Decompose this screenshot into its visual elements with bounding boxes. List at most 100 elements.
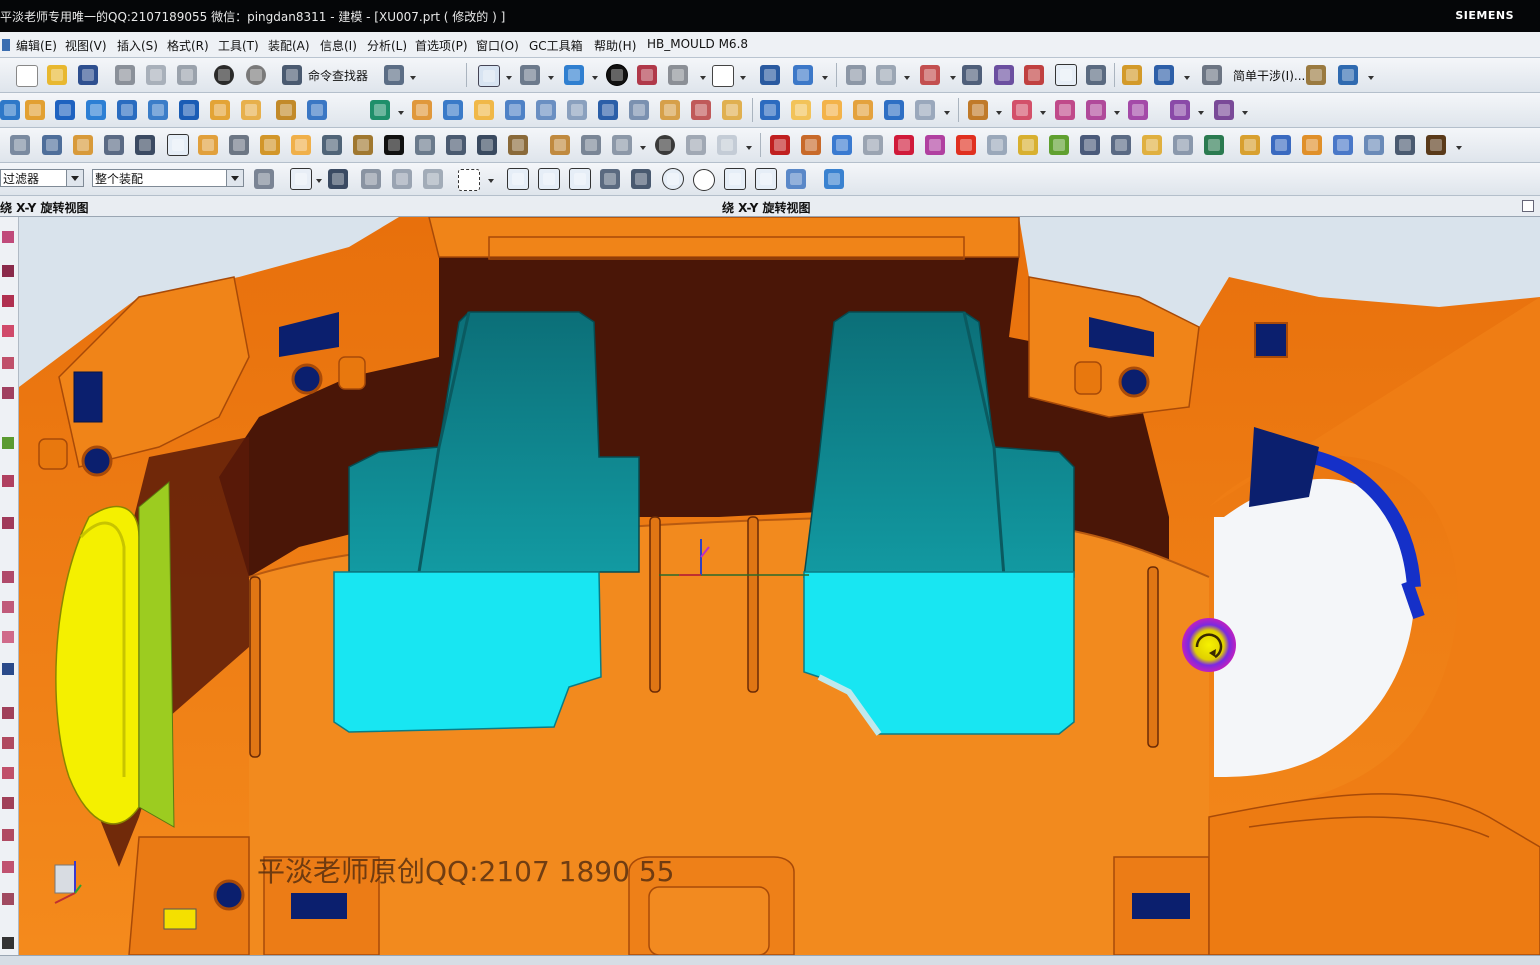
- bounded-plane-icon[interactable]: [791, 100, 811, 120]
- graphics-viewport[interactable]: 平淡老师原创QQ:2107 1890 55: [19, 217, 1540, 955]
- wcs-orient-icon[interactable]: [793, 65, 813, 85]
- drawing-icon[interactable]: [550, 135, 570, 155]
- menu-hb-mould[interactable]: HB_MOULD M6.8: [647, 37, 748, 51]
- electrode-icon[interactable]: [446, 135, 466, 155]
- runner-icon[interactable]: [384, 135, 404, 155]
- ejector-icon[interactable]: [260, 135, 280, 155]
- sync-offset-icon[interactable]: [1055, 100, 1075, 120]
- snap-quadrant-icon[interactable]: [693, 169, 715, 191]
- chevron-down-icon[interactable]: [226, 170, 243, 186]
- revolve-icon[interactable]: [179, 100, 199, 120]
- chevron-down-icon[interactable]: [488, 179, 494, 183]
- resource-part-icon[interactable]: [2, 265, 14, 277]
- view-manager-icon[interactable]: [612, 135, 632, 155]
- measure-active-icon[interactable]: [1055, 64, 1077, 86]
- chevron-down-icon[interactable]: [700, 76, 706, 80]
- stack-icon[interactable]: [1271, 135, 1291, 155]
- fit-view-icon[interactable]: [478, 65, 500, 87]
- mould-model-drawing[interactable]: 平淡老师原创QQ:2107 1890 55: [19, 217, 1540, 955]
- hole-table-icon[interactable]: [581, 135, 601, 155]
- chevron-down-icon[interactable]: [398, 111, 404, 115]
- mould-base-icon[interactable]: [198, 135, 218, 155]
- copy-document-icon[interactable]: [717, 135, 737, 155]
- layout-icon[interactable]: [104, 135, 124, 155]
- workpiece-icon[interactable]: [73, 135, 93, 155]
- resource-system-icon[interactable]: [2, 475, 14, 487]
- new-file-icon[interactable]: [16, 65, 38, 87]
- menu-window[interactable]: 窗口(O): [476, 37, 519, 54]
- block-icon[interactable]: [55, 100, 75, 120]
- orange-block-icon[interactable]: [1302, 135, 1322, 155]
- pad-icon[interactable]: [241, 100, 261, 120]
- measure-xy-icon[interactable]: [1024, 65, 1044, 85]
- resource-reuse-icon[interactable]: [2, 325, 14, 337]
- chevron-down-icon[interactable]: [316, 179, 322, 183]
- chevron-down-icon[interactable]: [944, 111, 950, 115]
- diamond-red-icon[interactable]: [894, 135, 914, 155]
- cube-view-icon[interactable]: [668, 65, 688, 85]
- rib-icon[interactable]: [276, 100, 296, 120]
- pocket-cut-icon[interactable]: [477, 135, 497, 155]
- datum-csys-icon[interactable]: [920, 65, 940, 85]
- resource-curve-icon[interactable]: [2, 707, 14, 719]
- redo-icon[interactable]: [246, 65, 266, 85]
- layer-settings-icon[interactable]: [846, 65, 866, 85]
- chevron-down-icon[interactable]: [1368, 76, 1374, 80]
- cone-icon[interactable]: [86, 100, 106, 120]
- snap-existing-point-icon[interactable]: [724, 168, 746, 190]
- show-hide-icon[interactable]: [1154, 65, 1174, 85]
- standard-part-icon[interactable]: [229, 135, 249, 155]
- select-face-icon[interactable]: [423, 169, 443, 189]
- diamond-purple-icon[interactable]: [925, 135, 945, 155]
- selection-settings-icon[interactable]: [254, 169, 274, 189]
- chevron-down-icon[interactable]: [66, 170, 83, 186]
- resource-hook-icon[interactable]: [2, 893, 14, 905]
- snap-3d-icon[interactable]: [824, 169, 844, 189]
- chevron-down-icon[interactable]: [950, 76, 956, 80]
- multi-block-icon[interactable]: [1333, 135, 1353, 155]
- cabinet-icon[interactable]: [1173, 135, 1193, 155]
- red-solid-icon[interactable]: [770, 135, 790, 155]
- chevron-down-icon[interactable]: [592, 76, 598, 80]
- chevron-down-icon[interactable]: [822, 76, 828, 80]
- snap-intersection-icon[interactable]: [631, 169, 651, 189]
- offset-face-icon[interactable]: [660, 100, 680, 120]
- resource-process-icon[interactable]: [2, 601, 14, 613]
- chevron-down-icon[interactable]: [506, 76, 512, 80]
- pattern-icon[interactable]: [598, 100, 618, 120]
- select-active-icon[interactable]: [290, 168, 312, 190]
- grid-icon[interactable]: [1395, 135, 1415, 155]
- chevron-down-icon[interactable]: [740, 76, 746, 80]
- snap-midpoint-icon[interactable]: [569, 168, 591, 190]
- resource-arc-icon[interactable]: [2, 737, 14, 749]
- resource-ring-icon[interactable]: [2, 829, 14, 841]
- yellow-block-icon[interactable]: [1142, 135, 1162, 155]
- snap-on-curve-icon[interactable]: [755, 168, 777, 190]
- menu-insert[interactable]: 插入(S): [117, 37, 158, 54]
- scope-select[interactable]: 整个装配: [92, 169, 244, 187]
- save-icon[interactable]: [78, 65, 98, 85]
- chevron-down-icon[interactable]: [1242, 111, 1248, 115]
- chevron-down-icon[interactable]: [1114, 111, 1120, 115]
- sync-pull-face-icon[interactable]: [1012, 100, 1032, 120]
- chevron-down-icon[interactable]: [746, 146, 752, 150]
- simple-interference-button[interactable]: 简单干涉(I)...: [1233, 67, 1305, 84]
- parting-icon[interactable]: [135, 135, 155, 155]
- menu-edit[interactable]: 编辑(E): [16, 37, 57, 54]
- shaded-view-icon[interactable]: [564, 65, 584, 85]
- snap-endpoint-icon[interactable]: [538, 168, 560, 190]
- check-mark-icon[interactable]: [1049, 135, 1069, 155]
- section-view-icon[interactable]: [637, 65, 657, 85]
- command-finder-button[interactable]: 命令查找器: [308, 67, 368, 84]
- resource-navigator-icon[interactable]: [2, 231, 14, 243]
- resource-history-icon[interactable]: [2, 437, 14, 449]
- chevron-down-icon[interactable]: [1198, 111, 1204, 115]
- boss-icon[interactable]: [210, 100, 230, 120]
- resource-ellipse-icon[interactable]: [2, 861, 14, 873]
- sketch-icon[interactable]: [0, 100, 20, 120]
- chevron-down-icon[interactable]: [996, 111, 1002, 115]
- cut-icon[interactable]: [115, 65, 135, 85]
- through-curves-icon[interactable]: [822, 100, 842, 120]
- menu-assembly[interactable]: 装配(A): [268, 37, 310, 54]
- trim-body-icon[interactable]: [691, 100, 711, 120]
